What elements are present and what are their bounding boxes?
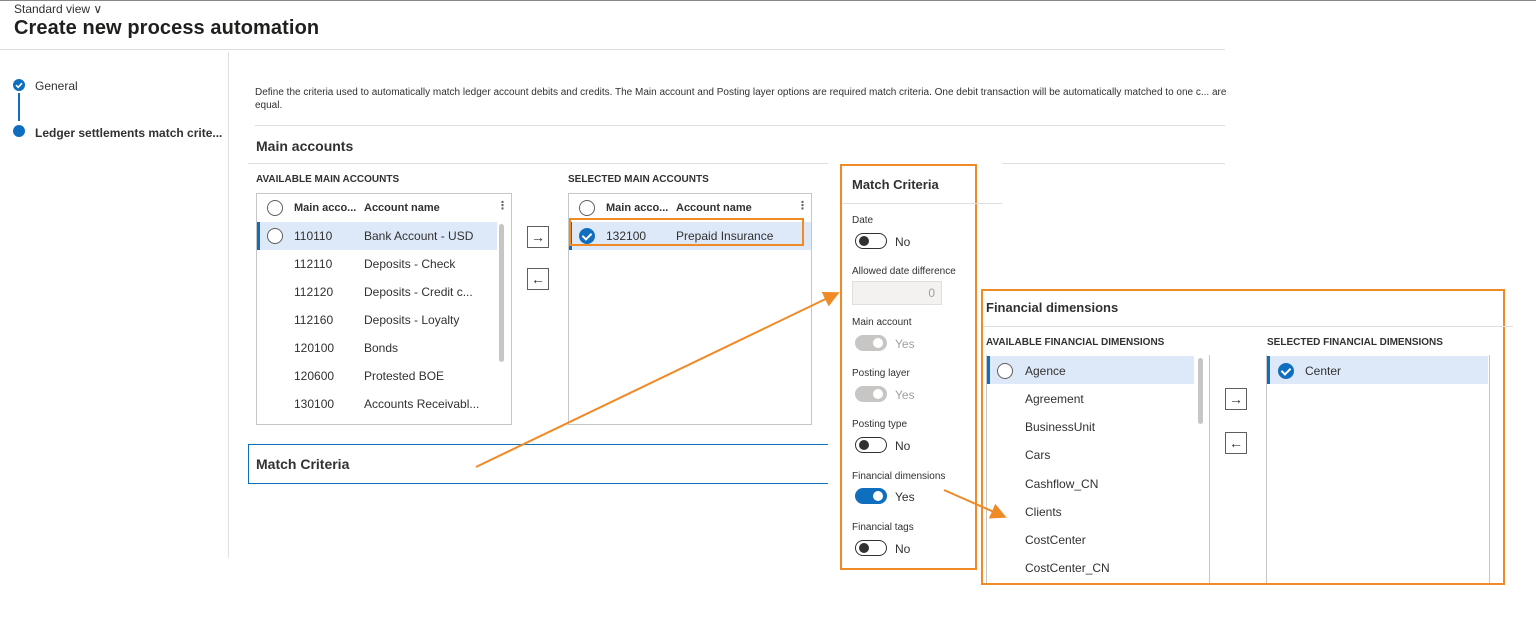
callout-arrows bbox=[475, 291, 1007, 519]
